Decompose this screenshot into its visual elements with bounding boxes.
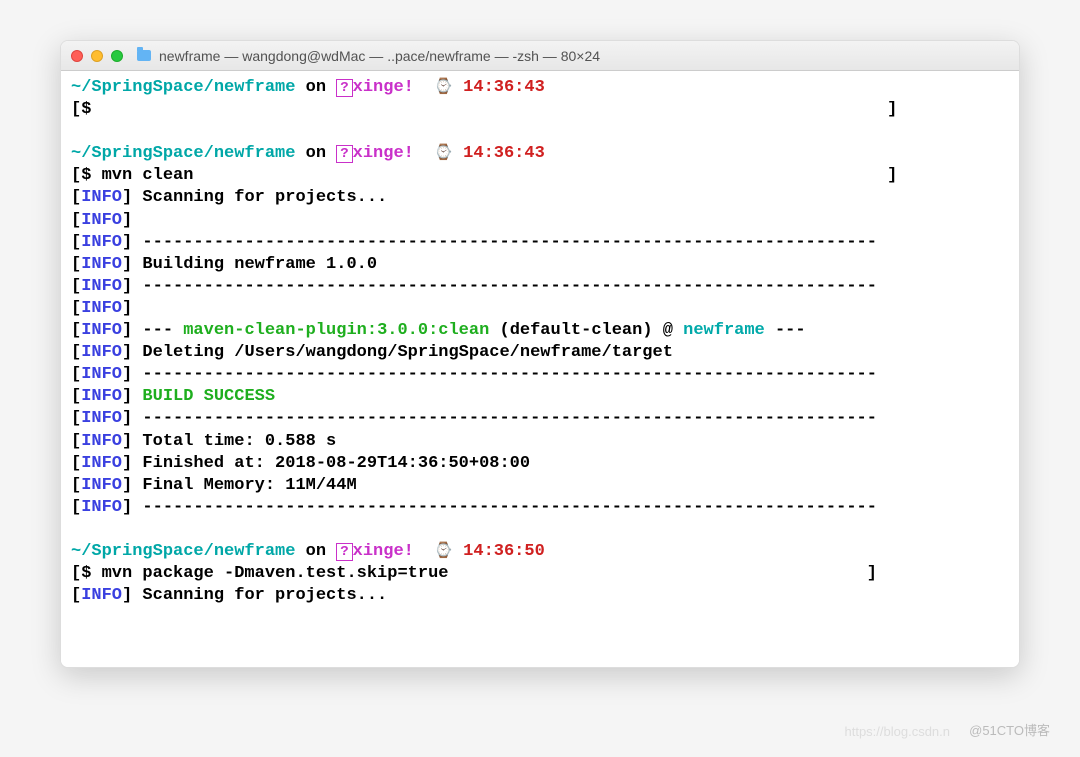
prompt-line-2: ~/SpringSpace/newframe on ?xinge! ⌚ 14:3… <box>71 144 545 163</box>
info-dash: [INFO] ---------------------------------… <box>71 498 877 517</box>
terminal-output[interactable]: ~/SpringSpace/newframe on ?xinge! ⌚ 14:3… <box>61 71 1019 667</box>
prompt-line-1: ~/SpringSpace/newframe on ?xinge! ⌚ 14:3… <box>71 78 545 97</box>
info-building: [INFO] Building newframe 1.0.0 <box>71 255 377 274</box>
info-scan-2: [INFO] Scanning for projects... <box>71 586 387 605</box>
folder-icon <box>137 50 151 61</box>
watch-icon: ⌚ <box>434 79 453 96</box>
info-scan: [INFO] Scanning for projects... <box>71 188 387 207</box>
maximize-icon[interactable] <box>111 50 123 62</box>
prompt-path: ~/SpringSpace/newframe <box>71 78 295 97</box>
prompt-time: 14:36:43 <box>463 78 545 97</box>
watermark-left: https://blog.csdn.n <box>844 724 950 739</box>
info-tag: INFO <box>81 188 122 207</box>
info-success: [INFO] BUILD SUCCESS <box>71 387 275 406</box>
window-titlebar[interactable]: newframe — wangdong@wdMac — ..pace/newfr… <box>61 41 1019 71</box>
info-plugin: [INFO] --- maven-clean-plugin:3.0.0:clea… <box>71 321 806 340</box>
close-icon[interactable] <box>71 50 83 62</box>
info-delete: [INFO] Deleting /Users/wangdong/SpringSp… <box>71 343 673 362</box>
info-dash: [INFO] ---------------------------------… <box>71 277 877 296</box>
git-dirty-icon: ? <box>336 543 352 561</box>
info-dash: [INFO] ---------------------------------… <box>71 409 877 428</box>
git-dirty-icon: ? <box>336 145 352 163</box>
info-empty: [INFO] <box>71 299 132 318</box>
traffic-lights <box>71 50 123 62</box>
info-finished: [INFO] Finished at: 2018-08-29T14:36:50+… <box>71 454 530 473</box>
watermark-right: @51CTO博客 <box>969 720 1050 739</box>
plugin-name: maven-clean-plugin:3.0.0:clean <box>183 321 489 340</box>
cmd-line-clean: [$ mvn clean ] <box>71 166 897 185</box>
window-title: newframe — wangdong@wdMac — ..pace/newfr… <box>159 48 600 64</box>
build-success: BUILD SUCCESS <box>142 387 275 406</box>
info-dash: [INFO] ---------------------------------… <box>71 365 877 384</box>
git-branch: xinge! <box>353 78 414 97</box>
info-empty: [INFO] <box>71 211 132 230</box>
plugin-project: newframe <box>683 321 765 340</box>
cmd-line-empty: [$ ] <box>71 100 897 119</box>
git-dirty-icon: ? <box>336 79 352 97</box>
minimize-icon[interactable] <box>91 50 103 62</box>
prompt-line-3: ~/SpringSpace/newframe on ?xinge! ⌚ 14:3… <box>71 542 545 561</box>
command-text: mvn package -Dmaven.test.skip=true <box>102 564 449 583</box>
cmd-line-pkg: [$ mvn package -Dmaven.test.skip=true ] <box>71 564 877 583</box>
info-total: [INFO] Total time: 0.588 s <box>71 432 336 451</box>
info-memory: [INFO] Final Memory: 11M/44M <box>71 476 357 495</box>
terminal-window: newframe — wangdong@wdMac — ..pace/newfr… <box>60 40 1020 668</box>
watch-icon: ⌚ <box>434 543 453 560</box>
info-dash: [INFO] ---------------------------------… <box>71 233 877 252</box>
command-text: mvn clean <box>102 166 194 185</box>
watch-icon: ⌚ <box>434 145 453 162</box>
